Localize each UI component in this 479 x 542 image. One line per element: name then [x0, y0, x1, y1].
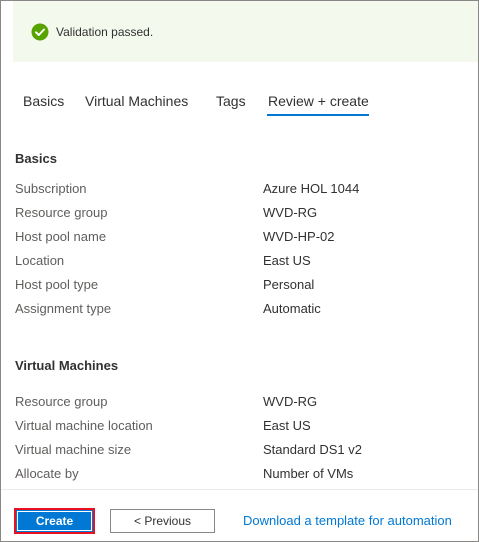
checkmark-circle-icon — [31, 23, 49, 41]
detail-value: Standard DS1 v2 — [263, 442, 363, 457]
detail-row: Virtual machine size Standard DS1 v2 — [15, 442, 465, 460]
detail-label: Resource group — [15, 394, 108, 409]
tab-basics[interactable]: Basics — [23, 93, 64, 109]
create-button[interactable]: Create — [14, 508, 95, 534]
detail-value: Automatic — [263, 301, 321, 316]
footer-action-bar: Create < Previous Download a template fo… — [1, 489, 478, 541]
detail-value: Number of VMs — [263, 466, 354, 481]
section-title-basics: Basics — [15, 151, 57, 166]
tab-bar: Basics Virtual Machines Tags Review + cr… — [1, 89, 478, 123]
detail-row: Resource group WVD-RG — [15, 394, 465, 412]
section-title-virtual-machines: Virtual Machines — [15, 358, 119, 373]
detail-row: Allocate by Number of VMs — [15, 466, 465, 484]
detail-row: Location East US — [15, 253, 465, 271]
detail-label: Assignment type — [15, 301, 112, 316]
detail-value: WVD-RG — [263, 205, 318, 220]
active-tab-indicator — [267, 114, 369, 116]
previous-button[interactable]: < Previous — [110, 509, 215, 533]
detail-row: Assignment type Automatic — [15, 301, 465, 319]
tab-review-create[interactable]: Review + create — [268, 93, 369, 109]
detail-row: Subscription Azure HOL 1044 — [15, 181, 465, 199]
detail-label: Host pool name — [15, 229, 107, 244]
detail-value: WVD-HP-02 — [263, 229, 335, 244]
download-template-link[interactable]: Download a template for automation — [243, 513, 452, 528]
detail-value: Azure HOL 1044 — [263, 181, 360, 196]
tab-virtual-machines[interactable]: Virtual Machines — [85, 93, 188, 109]
detail-label: Virtual machine size — [15, 442, 132, 457]
detail-value: East US — [263, 418, 311, 433]
detail-row: Host pool type Personal — [15, 277, 465, 295]
detail-label: Allocate by — [15, 466, 79, 481]
detail-value: East US — [263, 253, 311, 268]
detail-row: Resource group WVD-RG — [15, 205, 465, 223]
detail-label: Subscription — [15, 181, 87, 196]
detail-value: Personal — [263, 277, 315, 292]
validation-banner: Validation passed. — [13, 1, 478, 62]
detail-label: Virtual machine location — [15, 418, 153, 433]
review-create-panel: Validation passed. Basics Virtual Machin… — [0, 0, 479, 542]
detail-label: Host pool type — [15, 277, 99, 292]
detail-row: Host pool name WVD-HP-02 — [15, 229, 465, 247]
detail-label: Resource group — [15, 205, 108, 220]
detail-value: WVD-RG — [263, 394, 318, 409]
detail-label: Location — [15, 253, 65, 268]
detail-row: Virtual machine location East US — [15, 418, 465, 436]
tab-tags[interactable]: Tags — [216, 93, 246, 109]
create-button-label: Create — [17, 511, 92, 531]
validation-message: Validation passed. — [56, 24, 154, 39]
